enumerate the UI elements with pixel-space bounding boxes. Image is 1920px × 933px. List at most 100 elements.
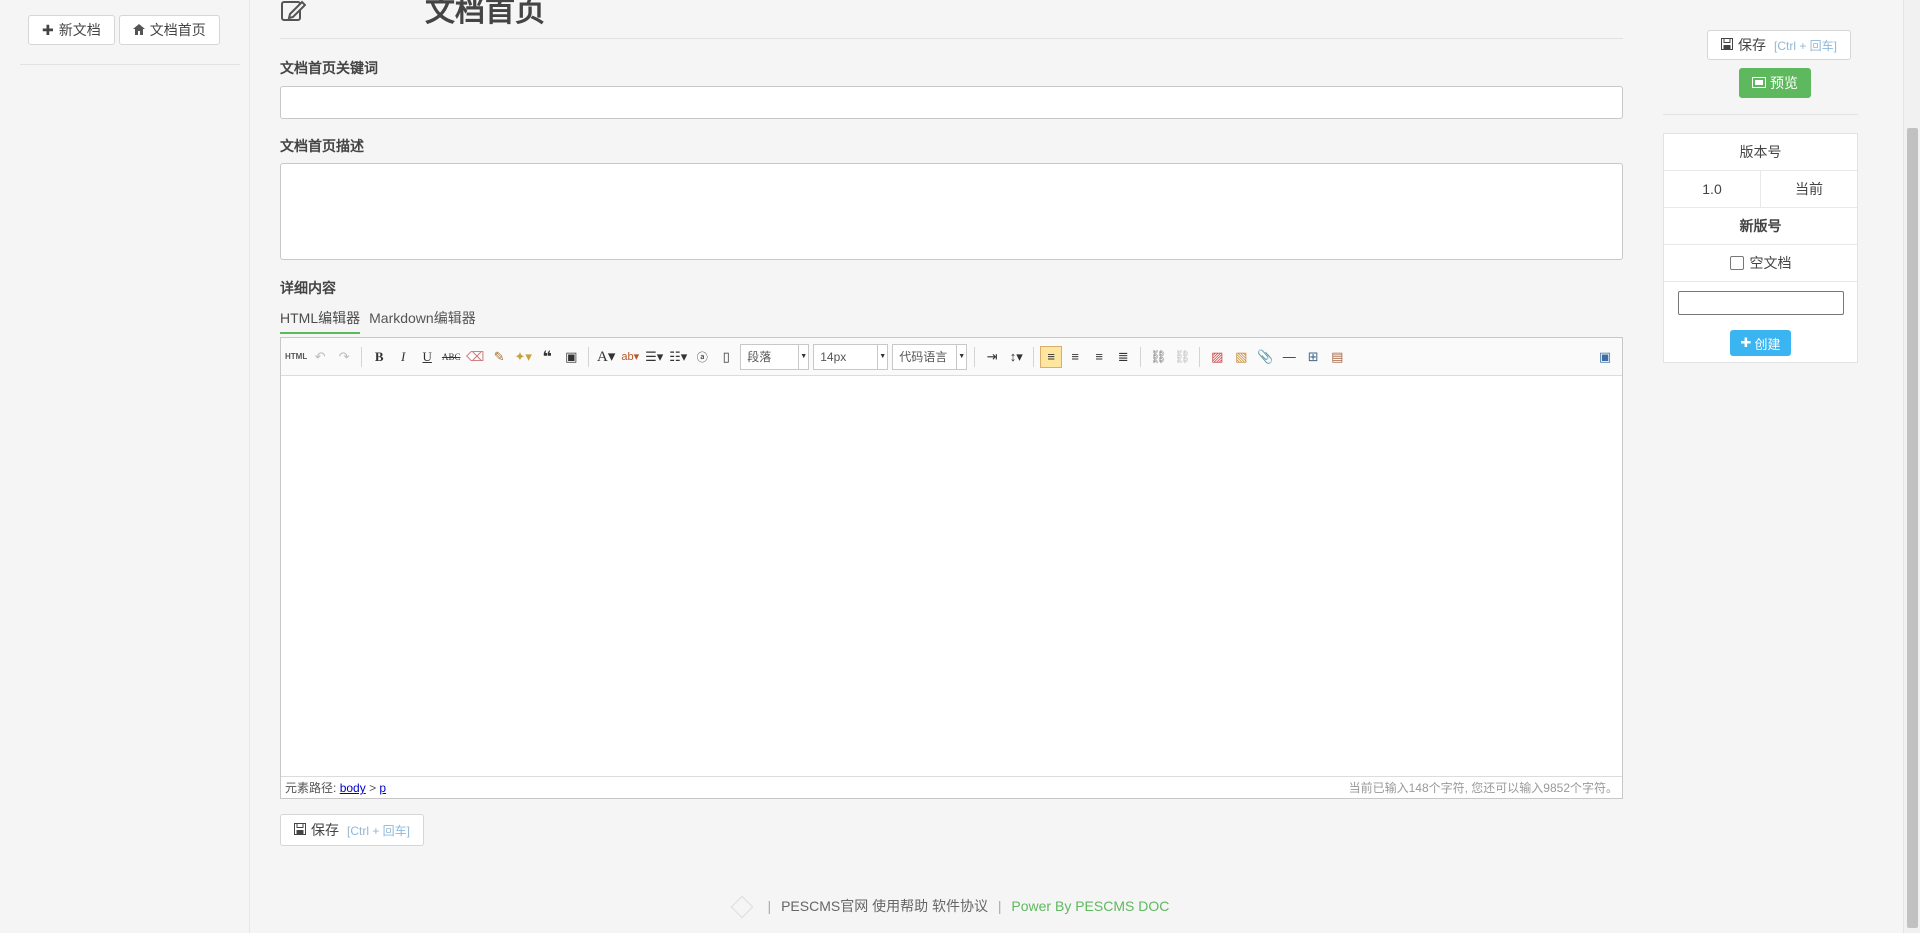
editor-toolbar: HTML ↶ ↷ B I U ABC ⌫ ✎ ✦▾ ❝ ▣ A▾ ab▾ ☰▾ … — [281, 338, 1622, 376]
home-icon — [132, 22, 145, 38]
path-body-link[interactable]: body — [340, 781, 366, 795]
template-icon[interactable]: ▤ — [1326, 346, 1348, 368]
doc-home-button[interactable]: 文档首页 — [118, 15, 220, 45]
multi-image-icon[interactable]: ▧ — [1230, 346, 1252, 368]
new-doc-label: 新文档 — [58, 22, 101, 38]
unordered-list-icon[interactable]: ☷▾ — [667, 346, 689, 368]
footer-power-link[interactable]: Power By PESCMS DOC — [1011, 898, 1169, 914]
italic-icon[interactable]: I — [392, 346, 414, 368]
toolbar-separator — [1140, 346, 1142, 367]
blockquote-icon[interactable]: ❝ — [536, 346, 558, 368]
align-left-icon[interactable]: ≡ — [1040, 345, 1063, 368]
fontsize-select[interactable]: 14px ▼ — [813, 343, 889, 370]
editor-tabs: HTML编辑器 Markdown编辑器 — [280, 308, 476, 334]
bold-icon[interactable]: B — [368, 346, 390, 368]
page-scrollbar[interactable] — [1903, 0, 1920, 933]
unlink-icon[interactable]: ⛓ — [1171, 346, 1193, 368]
empty-doc-checkbox[interactable] — [1729, 256, 1744, 270]
description-label: 文档首页描述 — [280, 138, 364, 154]
create-row: ✚ 创建 — [1664, 324, 1857, 362]
ordered-list-icon[interactable]: ☰▾ — [643, 346, 665, 368]
path-p-link[interactable]: p — [379, 781, 386, 795]
scrollbar-thumb[interactable] — [1907, 128, 1918, 928]
chevron-down-icon: ▼ — [877, 344, 887, 369]
align-center-icon[interactable]: ≡ — [1064, 346, 1086, 368]
fullscreen-icon[interactable]: ▣ — [1594, 346, 1616, 368]
save-icon — [294, 822, 306, 838]
footer: | PESCMS官网 使用帮助 软件协议 | Power By PESCMS D… — [280, 895, 1623, 919]
keywords-input[interactable] — [280, 86, 1623, 119]
new-version-input[interactable] — [1677, 291, 1844, 315]
save-icon — [1721, 37, 1733, 53]
right-save-shortcut-hint: [Ctrl + 回车] — [1774, 38, 1838, 53]
version-table: 版本号 1.0 当前 新版号 空文档 ✚ 创建 — [1663, 133, 1858, 363]
path-separator: > — [369, 781, 377, 795]
page-break-icon[interactable]: ▯ — [715, 346, 737, 368]
doc-home-label: 文档首页 — [149, 22, 206, 38]
source-html-button[interactable]: HTML — [285, 346, 307, 368]
element-path: 元素路径: body > p — [285, 779, 386, 796]
eraser-icon[interactable]: ⌫ — [464, 346, 486, 368]
paragraph-select-value: 段落 — [747, 350, 772, 364]
save-shortcut-hint: [Ctrl + 回车] — [347, 823, 411, 838]
footer-separator: | — [997, 898, 1002, 914]
underline-icon[interactable]: U — [416, 346, 438, 368]
right-save-button[interactable]: 保存 [Ctrl + 回车] — [1707, 30, 1852, 60]
strikethrough-icon[interactable]: ABC — [440, 346, 462, 368]
empty-doc-row: 空文档 — [1664, 245, 1857, 282]
create-button[interactable]: ✚ 创建 — [1729, 330, 1792, 356]
empty-doc-label: 空文档 — [1749, 255, 1792, 271]
description-textarea[interactable] — [280, 163, 1623, 260]
font-color-icon[interactable]: A▾ — [595, 346, 617, 368]
toolbar-separator — [588, 346, 590, 367]
attachment-icon[interactable]: 📎 — [1254, 346, 1276, 368]
horizontal-rule-icon[interactable]: — — [1278, 346, 1300, 368]
divider — [20, 64, 240, 65]
footer-link-help[interactable]: 使用帮助 — [872, 898, 928, 914]
format-brush-icon[interactable]: ✎ — [488, 346, 510, 368]
undo-icon[interactable]: ↶ — [309, 346, 331, 368]
footer-link-official[interactable]: PESCMS官网 — [781, 898, 868, 914]
image-icon[interactable]: ▨ — [1206, 346, 1228, 368]
background-color-icon[interactable]: ab▾ — [619, 346, 641, 368]
editor-statusbar: 元素路径: body > p 当前已输入148个字符, 您还可以输入9852个字… — [281, 776, 1622, 798]
title-row — [280, 0, 310, 38]
auto-format-icon[interactable]: ✦▾ — [512, 346, 534, 368]
code-language-select[interactable]: 代码语言 ▼ — [892, 343, 968, 370]
save-button[interactable]: 保存 [Ctrl + 回车] — [280, 814, 425, 846]
element-path-label: 元素路径: — [285, 781, 337, 795]
current-label: 当前 — [1795, 181, 1823, 197]
main-content: 文档首页 文档首页关键词 文档首页描述 详细内容 HTML编辑器 Markdow… — [280, 0, 1623, 933]
tab-markdown-editor[interactable]: Markdown编辑器 — [369, 308, 476, 334]
footer-link-license[interactable]: 软件协议 — [932, 898, 988, 914]
chevron-down-icon: ▼ — [798, 344, 808, 369]
insert-anchor-icon[interactable]: ⓐ — [691, 346, 713, 368]
keywords-label: 文档首页关键词 — [280, 60, 378, 76]
redo-icon[interactable]: ↷ — [333, 346, 355, 368]
preview-button[interactable]: 预览 — [1739, 68, 1811, 98]
paragraph-select[interactable]: 段落 ▼ — [740, 343, 810, 370]
edit-icon — [280, 0, 310, 28]
plus-icon: ✚ — [1740, 335, 1752, 350]
page-title: 文档首页 — [425, 0, 545, 28]
indent-icon[interactable]: ⇥ — [981, 346, 1003, 368]
right-save-label: 保存 — [1738, 37, 1766, 53]
rich-text-editor: HTML ↶ ↷ B I U ABC ⌫ ✎ ✦▾ ❝ ▣ A▾ ab▾ ☰▾ … — [280, 337, 1623, 799]
content-label: 详细内容 — [280, 280, 336, 296]
version-row: 1.0 当前 — [1664, 171, 1857, 208]
divider — [280, 38, 1623, 39]
code-language-select-value: 代码语言 — [899, 350, 948, 364]
align-justify-icon[interactable]: ≣ — [1112, 346, 1134, 368]
align-right-icon[interactable]: ≡ — [1088, 346, 1110, 368]
footer-separator: | — [767, 898, 772, 914]
line-height-icon[interactable]: ↕▾ — [1005, 346, 1027, 368]
save-label: 保存 — [311, 822, 339, 838]
tab-html-editor[interactable]: HTML编辑器 — [280, 308, 361, 334]
new-version-header: 新版号 — [1664, 208, 1857, 245]
new-doc-button[interactable]: ✚ 新文档 — [28, 15, 115, 45]
version-value: 1.0 — [1664, 171, 1761, 207]
table-icon[interactable]: ⊞ — [1302, 346, 1324, 368]
paste-plain-icon[interactable]: ▣ — [560, 346, 582, 368]
link-icon[interactable]: ⛓ — [1147, 346, 1169, 368]
plus-icon: ✚ — [42, 21, 54, 38]
